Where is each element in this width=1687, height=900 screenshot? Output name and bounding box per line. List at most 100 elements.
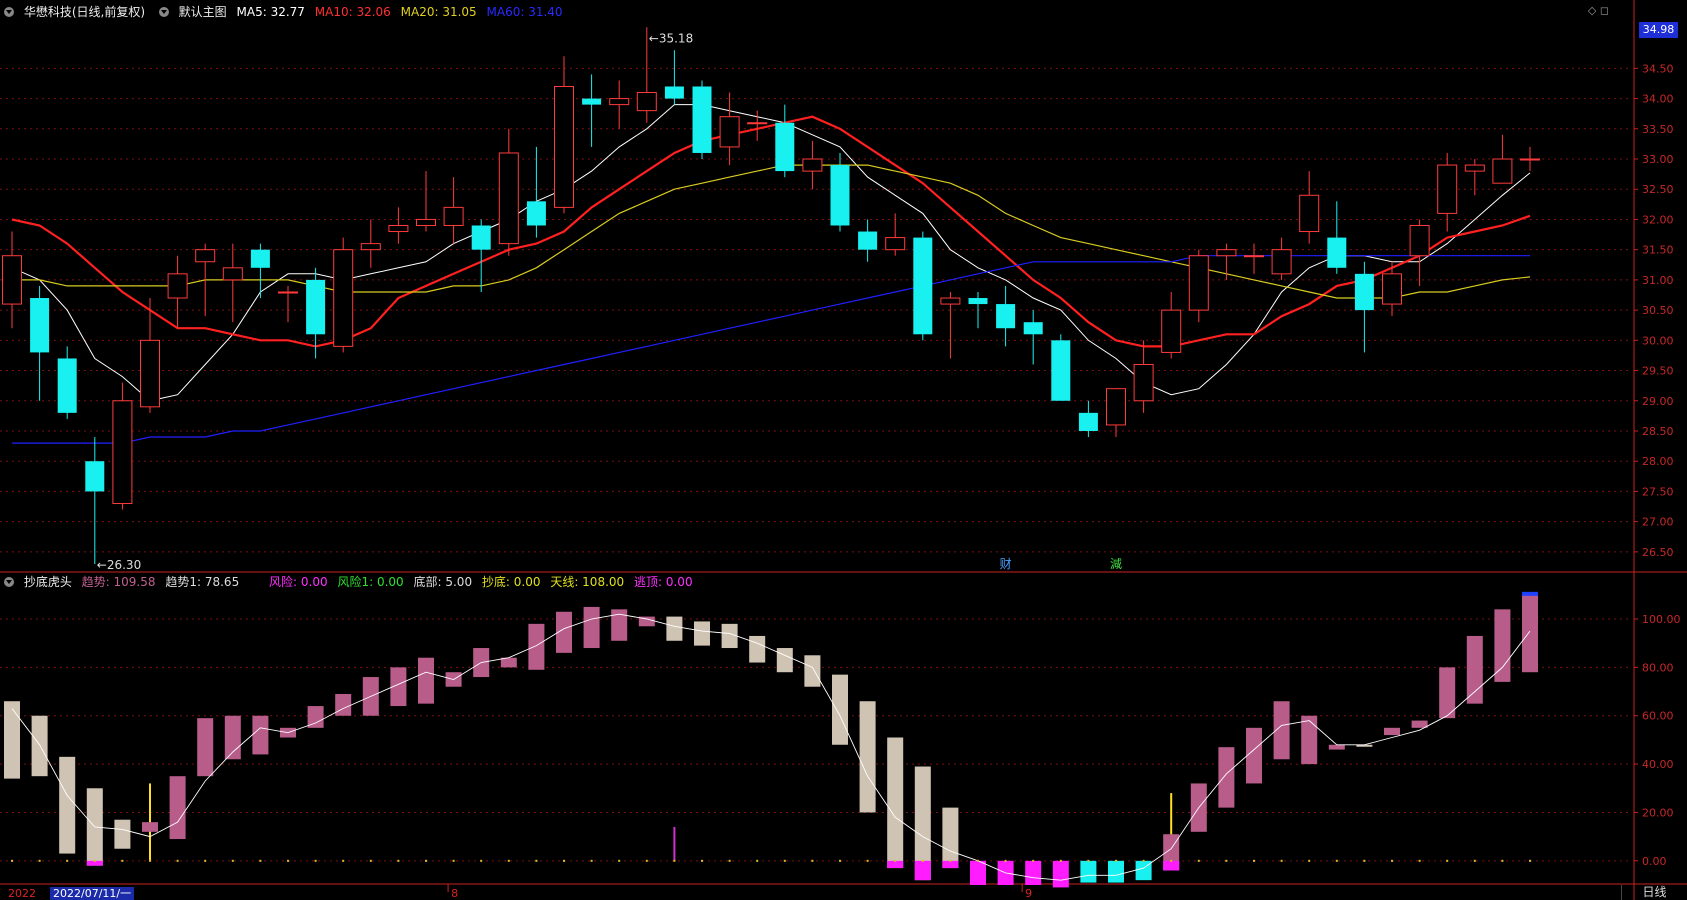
main-tick-label: 32.50 [1642, 183, 1674, 196]
indicator-bar [1466, 635, 1483, 704]
candle [940, 291, 961, 359]
zero-dot [839, 859, 841, 862]
zero-dot [452, 859, 455, 862]
candle [1188, 249, 1209, 323]
zero-dot [11, 859, 13, 862]
month-label: 9 [1025, 887, 1032, 900]
zero-dot [535, 859, 538, 862]
candle-body [471, 225, 491, 250]
candle [609, 80, 630, 129]
main-tick-label: 30.00 [1642, 334, 1674, 347]
candle-body [57, 358, 77, 413]
main-tick-label: 34.00 [1642, 93, 1674, 106]
indicator-bar [694, 621, 710, 646]
candle-body [1133, 364, 1154, 402]
ind-tick-label: 80.00 [1642, 661, 1674, 674]
indicator-bar [1052, 860, 1069, 888]
zero-dot [673, 859, 676, 862]
ind-tick-label: 0.00 [1642, 855, 1667, 868]
candle-body [858, 231, 878, 250]
candle [388, 207, 409, 244]
candle-body [1464, 164, 1485, 172]
template-name[interactable]: 默认主图 [179, 5, 227, 19]
candle [1216, 243, 1237, 280]
main-tick-label: 30.50 [1642, 304, 1674, 317]
candle [692, 80, 712, 160]
candle-body [609, 98, 630, 106]
zero-dot [1253, 859, 1255, 862]
chart-menu-icon[interactable] [4, 6, 14, 17]
zero-dot [1004, 859, 1007, 862]
zero-dot [1363, 859, 1366, 862]
indicator-neg-tail [942, 860, 959, 869]
indicator-bar [859, 701, 876, 813]
main-tick-label: 29.50 [1642, 365, 1674, 378]
indicator-bar [1108, 860, 1124, 883]
indicator-bar [887, 737, 904, 869]
indicator-bar [1080, 860, 1097, 883]
ma20-label: MA20: 31.05 [400, 5, 477, 19]
main-tick-label: 31.00 [1642, 274, 1674, 287]
main-tick-label: 27.50 [1642, 485, 1674, 498]
main-tick-label: 28.00 [1642, 455, 1674, 468]
indicator-bar [1384, 727, 1400, 736]
zero-dot [1115, 859, 1117, 862]
candle [719, 92, 740, 166]
candle [996, 285, 1016, 347]
indicator-bar [1522, 594, 1538, 673]
indicator-bar [252, 715, 269, 755]
candle-body [747, 122, 768, 125]
candle-body [333, 249, 354, 347]
main-tick-label: 32.00 [1642, 213, 1674, 226]
trend-label: 趋势: 109.58 [81, 575, 156, 589]
candle [85, 437, 105, 564]
risk-label: 风险: 0.00 [269, 575, 328, 589]
template-menu-icon[interactable] [158, 6, 169, 17]
candle-body [1492, 158, 1513, 184]
indicator-bar [59, 756, 76, 854]
candle [333, 237, 354, 353]
min-price-label: ←26.30 [97, 558, 141, 572]
zero-dot [563, 859, 565, 862]
candle [1161, 291, 1182, 359]
indicator-menu-icon[interactable] [4, 576, 14, 587]
candle-body [830, 165, 850, 226]
candle-body [167, 273, 188, 299]
indicator-bar [1246, 727, 1262, 784]
indicator-bar [4, 701, 20, 779]
main-tick-label: 29.00 [1642, 395, 1674, 408]
zero-dot [645, 859, 648, 862]
stock-title: 华懋科技(日线,前复权) [23, 5, 146, 19]
candle [802, 140, 823, 190]
candle-body [692, 86, 712, 153]
indicator-bar [31, 715, 48, 777]
max-price-label: ←35.18 [649, 31, 693, 45]
candle-body [913, 237, 933, 335]
candle [1464, 159, 1485, 196]
candle-body [1078, 412, 1098, 431]
candle [167, 255, 188, 329]
ma60-line [12, 255, 1530, 444]
zero-dot [701, 859, 703, 862]
indicator-name[interactable]: 抄底虎头 [24, 575, 72, 589]
candle [858, 219, 878, 262]
buy-label: 抄底: 0.00 [481, 575, 541, 589]
candle-body [306, 279, 326, 335]
zero-dot [1335, 859, 1338, 862]
candle [1133, 340, 1154, 413]
zero-dot [894, 859, 897, 862]
candle [1023, 310, 1043, 365]
indicator-bar [776, 648, 793, 673]
candle [526, 146, 546, 238]
period-button[interactable]: 日线 [1621, 885, 1687, 900]
zero-dot [590, 859, 593, 862]
ma10-label: MA10: 32.06 [314, 5, 391, 19]
indicator-bar [500, 657, 517, 668]
main-chart-header: 华懋科技(日线,前复权) 默认主图 MA5: 32.77 MA10: 32.06… [0, 3, 569, 21]
corner-icons[interactable]: ◇ ◻ [1588, 4, 1609, 17]
marker-cai: 财 [1000, 557, 1012, 571]
candle-body [1161, 309, 1182, 353]
candle [1409, 219, 1430, 286]
zero-dot [1529, 859, 1531, 862]
candle [30, 285, 50, 401]
